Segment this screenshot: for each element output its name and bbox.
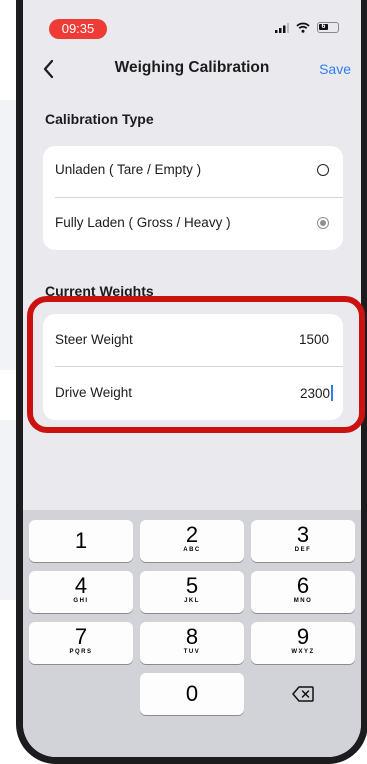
navigation-bar: Weighing Calibration Save xyxy=(23,48,361,94)
key-letters: GHI xyxy=(73,598,89,604)
radio-unselected-icon[interactable] xyxy=(317,164,329,176)
delete-key[interactable] xyxy=(251,673,355,715)
calibration-type-card: Unladen ( Tare / Empty ) Fully Laden ( G… xyxy=(43,146,343,250)
save-button[interactable]: Save xyxy=(319,61,351,77)
status-icons: 6 xyxy=(275,22,339,33)
key-6[interactable]: 6 MNO xyxy=(251,571,355,613)
status-bar: 09:35 6 xyxy=(23,0,361,39)
key-0[interactable]: 0 xyxy=(140,673,244,715)
numeric-keypad: 1 2 ABC 3 DEF 4 GHI 5 JKL 6 MNO 7 PQRS 8… xyxy=(23,510,361,757)
key-digit: 5 xyxy=(185,573,199,598)
divider xyxy=(55,197,343,198)
key-1[interactable]: 1 xyxy=(29,520,133,562)
red-highlight-box xyxy=(27,296,365,433)
key-digit: 8 xyxy=(185,624,199,649)
key-8[interactable]: 8 TUV xyxy=(140,622,244,664)
key-letters: ABC xyxy=(183,547,201,553)
key-digit: 7 xyxy=(74,624,88,649)
key-letters: JKL xyxy=(184,598,200,604)
key-digit: 4 xyxy=(74,573,88,598)
key-digit: 3 xyxy=(296,522,310,547)
key-7[interactable]: 7 PQRS xyxy=(29,622,133,664)
status-time: 09:35 xyxy=(49,19,107,39)
key-letters: PQRS xyxy=(69,649,93,655)
cellular-signal-icon xyxy=(275,22,289,33)
key-9[interactable]: 9 WXYZ xyxy=(251,622,355,664)
radio-selected-icon[interactable] xyxy=(317,217,329,229)
calibration-option-unladen[interactable]: Unladen ( Tare / Empty ) xyxy=(43,146,343,196)
key-digit: 6 xyxy=(296,573,310,598)
battery-icon: 6 xyxy=(317,22,339,33)
option-label: Unladen ( Tare / Empty ) xyxy=(55,162,202,177)
section-title-calibration-type: Calibration Type xyxy=(45,111,154,127)
key-2[interactable]: 2 ABC xyxy=(140,520,244,562)
battery-level: 6 xyxy=(321,23,326,30)
key-digit: 0 xyxy=(185,681,199,706)
key-letters: WXYZ xyxy=(291,649,315,655)
page-title: Weighing Calibration xyxy=(114,59,270,76)
key-5[interactable]: 5 JKL xyxy=(140,571,244,613)
calibration-option-fully-laden[interactable]: Fully Laden ( Gross / Heavy ) xyxy=(43,199,343,249)
key-digit: 9 xyxy=(296,624,310,649)
wifi-icon xyxy=(296,22,310,33)
key-letters: TUV xyxy=(183,649,201,655)
key-letters: MNO xyxy=(293,598,313,604)
key-3[interactable]: 3 DEF xyxy=(251,520,355,562)
delete-backspace-icon xyxy=(292,686,314,702)
key-4[interactable]: 4 GHI xyxy=(29,571,133,613)
key-digit: 1 xyxy=(74,528,88,553)
key-digit: 2 xyxy=(185,522,199,547)
key-letters: DEF xyxy=(294,547,312,553)
option-label: Fully Laden ( Gross / Heavy ) xyxy=(55,215,231,230)
